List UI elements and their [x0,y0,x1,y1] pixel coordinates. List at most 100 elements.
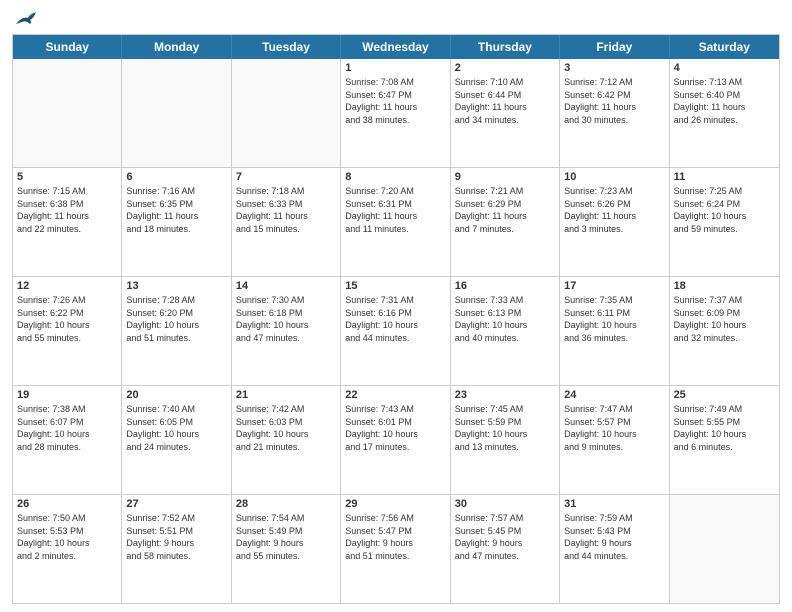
day-info: Sunrise: 7:25 AM Sunset: 6:24 PM Dayligh… [674,185,775,235]
day-number: 17 [564,280,664,292]
day-number: 22 [345,389,445,401]
day-number: 29 [345,498,445,510]
day-cell-13: 13 Sunrise: 7:28 AM Sunset: 6:20 PM Dayli… [122,277,231,385]
day-info: Sunrise: 7:59 AM Sunset: 5:43 PM Dayligh… [564,512,664,562]
day-number: 23 [455,389,555,401]
day-number: 4 [674,62,775,74]
day-cell-29: 29 Sunrise: 7:56 AM Sunset: 5:47 PM Dayli… [341,495,450,603]
calendar-row-3: 12 Sunrise: 7:26 AM Sunset: 6:22 PM Dayli… [13,277,779,386]
day-number: 2 [455,62,555,74]
day-info: Sunrise: 7:33 AM Sunset: 6:13 PM Dayligh… [455,294,555,344]
day-cell-28: 28 Sunrise: 7:54 AM Sunset: 5:49 PM Dayli… [232,495,341,603]
day-info: Sunrise: 7:42 AM Sunset: 6:03 PM Dayligh… [236,403,336,453]
day-number: 14 [236,280,336,292]
header [12,10,780,28]
day-cell-3: 3 Sunrise: 7:12 AM Sunset: 6:42 PM Daylig… [560,59,669,167]
day-info: Sunrise: 7:38 AM Sunset: 6:07 PM Dayligh… [17,403,117,453]
day-info: Sunrise: 7:31 AM Sunset: 6:16 PM Dayligh… [345,294,445,344]
day-info: Sunrise: 7:56 AM Sunset: 5:47 PM Dayligh… [345,512,445,562]
day-cell-15: 15 Sunrise: 7:31 AM Sunset: 6:16 PM Dayli… [341,277,450,385]
day-cell-19: 19 Sunrise: 7:38 AM Sunset: 6:07 PM Dayli… [13,386,122,494]
day-cell-23: 23 Sunrise: 7:45 AM Sunset: 5:59 PM Dayli… [451,386,560,494]
day-cell-7: 7Sunrise: 7:18 AM Sunset: 6:33 PM Daylig… [232,168,341,276]
day-header-wednesday: Wednesday [341,35,450,59]
day-number: 27 [126,498,226,510]
day-info: Sunrise: 7:49 AM Sunset: 5:55 PM Dayligh… [674,403,775,453]
day-number: 13 [126,280,226,292]
day-cell-27: 27Sunrise: 7:52 AM Sunset: 5:51 PM Dayli… [122,495,231,603]
day-cell-16: 16 Sunrise: 7:33 AM Sunset: 6:13 PM Dayli… [451,277,560,385]
day-number: 19 [17,389,117,401]
day-info: Sunrise: 7:47 AM Sunset: 5:57 PM Dayligh… [564,403,664,453]
day-number: 16 [455,280,555,292]
day-info: Sunrise: 7:37 AM Sunset: 6:09 PM Dayligh… [674,294,775,344]
day-header-saturday: Saturday [670,35,779,59]
day-cell-22: 22 Sunrise: 7:43 AM Sunset: 6:01 PM Dayli… [341,386,450,494]
calendar-body: 1Sunrise: 7:08 AM Sunset: 6:47 PM Daylig… [13,59,779,603]
day-cell-31: 31Sunrise: 7:59 AM Sunset: 5:43 PM Dayli… [560,495,669,603]
day-info: Sunrise: 7:23 AM Sunset: 6:26 PM Dayligh… [564,185,664,235]
day-number: 26 [17,498,117,510]
day-info: Sunrise: 7:30 AM Sunset: 6:18 PM Dayligh… [236,294,336,344]
day-header-tuesday: Tuesday [232,35,341,59]
day-cell-2: 2 Sunrise: 7:10 AM Sunset: 6:44 PM Daylig… [451,59,560,167]
day-number: 24 [564,389,664,401]
day-cell-26: 26 Sunrise: 7:50 AM Sunset: 5:53 PM Dayli… [13,495,122,603]
day-number: 6 [126,171,226,183]
logo-bird-icon [14,10,36,28]
day-number: 8 [345,171,445,183]
day-info: Sunrise: 7:12 AM Sunset: 6:42 PM Dayligh… [564,76,664,126]
day-info: Sunrise: 7:26 AM Sunset: 6:22 PM Dayligh… [17,294,117,344]
logo [12,10,36,28]
day-info: Sunrise: 7:28 AM Sunset: 6:20 PM Dayligh… [126,294,226,344]
day-cell-4: 4Sunrise: 7:13 AM Sunset: 6:40 PM Daylig… [670,59,779,167]
day-number: 9 [455,171,555,183]
day-info: Sunrise: 7:10 AM Sunset: 6:44 PM Dayligh… [455,76,555,126]
day-cell-24: 24 Sunrise: 7:47 AM Sunset: 5:57 PM Dayli… [560,386,669,494]
day-number: 25 [674,389,775,401]
day-number: 10 [564,171,664,183]
day-header-friday: Friday [560,35,669,59]
day-info: Sunrise: 7:45 AM Sunset: 5:59 PM Dayligh… [455,403,555,453]
day-cell-21: 21 Sunrise: 7:42 AM Sunset: 6:03 PM Dayli… [232,386,341,494]
day-cell-5: 5Sunrise: 7:15 AM Sunset: 6:38 PM Daylig… [13,168,122,276]
day-cell-10: 10 Sunrise: 7:23 AM Sunset: 6:26 PM Dayli… [560,168,669,276]
day-header-sunday: Sunday [13,35,122,59]
day-info: Sunrise: 7:40 AM Sunset: 6:05 PM Dayligh… [126,403,226,453]
day-number: 28 [236,498,336,510]
calendar-row-5: 26 Sunrise: 7:50 AM Sunset: 5:53 PM Dayli… [13,495,779,603]
day-info: Sunrise: 7:21 AM Sunset: 6:29 PM Dayligh… [455,185,555,235]
calendar-row-4: 19 Sunrise: 7:38 AM Sunset: 6:07 PM Dayli… [13,386,779,495]
day-cell-12: 12 Sunrise: 7:26 AM Sunset: 6:22 PM Dayli… [13,277,122,385]
day-cell-30: 30Sunrise: 7:57 AM Sunset: 5:45 PM Dayli… [451,495,560,603]
day-number: 21 [236,389,336,401]
day-info: Sunrise: 7:35 AM Sunset: 6:11 PM Dayligh… [564,294,664,344]
day-cell-17: 17 Sunrise: 7:35 AM Sunset: 6:11 PM Dayli… [560,277,669,385]
empty-cell-4-6 [670,495,779,603]
day-number: 5 [17,171,117,183]
day-number: 18 [674,280,775,292]
day-number: 12 [17,280,117,292]
empty-cell-0-2 [232,59,341,167]
day-cell-6: 6 Sunrise: 7:16 AM Sunset: 6:35 PM Daylig… [122,168,231,276]
main-container: SundayMondayTuesdayWednesdayThursdayFrid… [0,0,792,612]
day-number: 3 [564,62,664,74]
calendar-row-1: 1Sunrise: 7:08 AM Sunset: 6:47 PM Daylig… [13,59,779,168]
calendar: SundayMondayTuesdayWednesdayThursdayFrid… [12,34,780,604]
day-cell-1: 1Sunrise: 7:08 AM Sunset: 6:47 PM Daylig… [341,59,450,167]
day-info: Sunrise: 7:18 AM Sunset: 6:33 PM Dayligh… [236,185,336,235]
day-cell-20: 20 Sunrise: 7:40 AM Sunset: 6:05 PM Dayli… [122,386,231,494]
day-info: Sunrise: 7:43 AM Sunset: 6:01 PM Dayligh… [345,403,445,453]
empty-cell-0-0 [13,59,122,167]
day-info: Sunrise: 7:16 AM Sunset: 6:35 PM Dayligh… [126,185,226,235]
day-number: 20 [126,389,226,401]
day-header-thursday: Thursday [451,35,560,59]
day-number: 1 [345,62,445,74]
day-number: 11 [674,171,775,183]
day-info: Sunrise: 7:50 AM Sunset: 5:53 PM Dayligh… [17,512,117,562]
day-header-monday: Monday [122,35,231,59]
day-cell-25: 25 Sunrise: 7:49 AM Sunset: 5:55 PM Dayli… [670,386,779,494]
day-info: Sunrise: 7:54 AM Sunset: 5:49 PM Dayligh… [236,512,336,562]
day-number: 15 [345,280,445,292]
calendar-header: SundayMondayTuesdayWednesdayThursdayFrid… [13,35,779,59]
